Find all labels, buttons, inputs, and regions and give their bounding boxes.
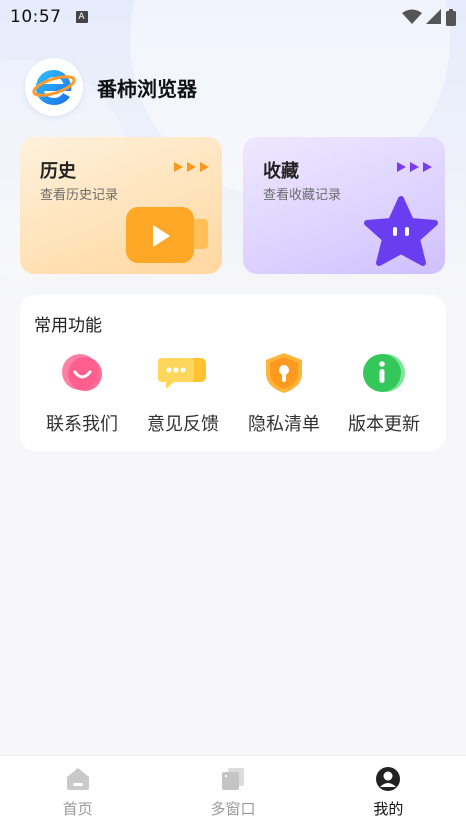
nav-home[interactable]: 首页 [0, 756, 155, 830]
privacy-shield-icon [266, 353, 302, 393]
browser-e-logo [25, 58, 83, 116]
nav-home-label: 首页 [62, 800, 93, 818]
feedback-button[interactable]: 意见反馈 [133, 350, 233, 436]
arrows-icon [397, 162, 432, 172]
home-icon [66, 768, 89, 790]
bottom-nav: 首页 多窗口 我的 [0, 755, 466, 830]
app-header: 番柿浏览器 [25, 58, 197, 116]
favorites-card[interactable]: 收藏 查看收藏记录 [243, 137, 445, 274]
contact-us-label: 联系我们 [46, 414, 118, 435]
contact-us-button[interactable]: 联系我们 [32, 350, 132, 436]
arrows-icon [174, 162, 209, 172]
favorites-card-subtitle: 查看收藏记录 [263, 188, 342, 203]
star-icon [364, 196, 438, 266]
nav-profile-label: 我的 [373, 800, 404, 818]
video-camera-icon [126, 207, 208, 263]
functions-title: 常用功能 [34, 316, 102, 336]
app-title: 番柿浏览器 [97, 76, 197, 101]
signal-icon [426, 9, 441, 24]
nav-windows-label: 多窗口 [210, 800, 256, 818]
wifi-icon [402, 9, 422, 24]
battery-icon [446, 8, 456, 26]
smile-chat-icon [62, 354, 102, 391]
feedback-label: 意见反馈 [147, 414, 219, 435]
privacy-list-label: 隐私清单 [248, 414, 320, 435]
status-icons [402, 8, 456, 26]
status-time: 10:57 [10, 7, 62, 27]
version-update-button[interactable]: 版本更新 [334, 350, 434, 436]
privacy-list-button[interactable]: 隐私清单 [234, 350, 334, 436]
status-bar: 10:57 A [0, 0, 466, 34]
history-card-subtitle: 查看历史记录 [40, 188, 119, 203]
info-icon [363, 354, 405, 392]
feedback-chat-icon [158, 358, 206, 389]
version-update-label: 版本更新 [348, 414, 420, 435]
profile-icon [376, 767, 401, 791]
windows-icon [221, 768, 244, 790]
favorites-card-title: 收藏 [263, 161, 299, 182]
common-functions-panel: 常用功能 联系我们 意见反馈 隐私清单 版本更新 [20, 295, 446, 451]
nav-profile[interactable]: 我的 [311, 756, 466, 830]
history-card-title: 历史 [40, 161, 76, 182]
nav-windows[interactable]: 多窗口 [155, 756, 310, 830]
notification-icon: A [75, 11, 88, 23]
history-card[interactable]: 历史 查看历史记录 [20, 137, 222, 274]
